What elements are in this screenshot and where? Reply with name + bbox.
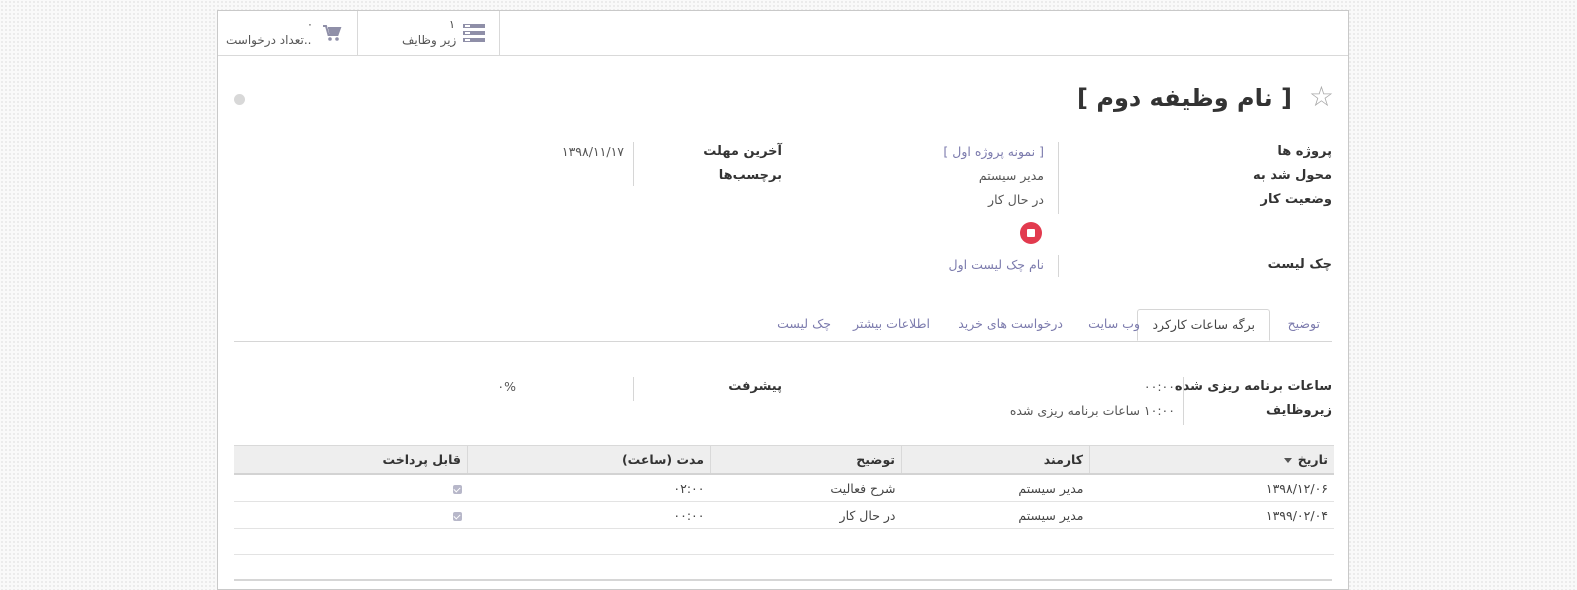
subtasks-button[interactable]: ۱ زیر وظایف [358, 11, 500, 55]
billable-checkbox[interactable] [452, 484, 462, 494]
kanban-state-dot[interactable] [234, 94, 245, 105]
field-separator [1183, 377, 1184, 425]
button-box: ۰ تعداد درخواست.. ۱ زیر وظایف [218, 11, 1348, 56]
subtask-hours-value: ۱۰:۰۰ ساعات برنامه ریزی شده [1009, 403, 1175, 418]
planned-hours-value: ۰۰:۰۰ [1143, 379, 1175, 394]
column-description[interactable]: توضیح [710, 445, 902, 475]
cell-date: ۱۳۹۹/۰۲/۰۴ [1089, 501, 1334, 529]
field-separator [1058, 142, 1059, 214]
subtask-hours-label: زیروظایف [1265, 403, 1332, 418]
task-form-sheet: ۰ تعداد درخواست.. ۱ زیر وظایف ☆ [ نام وظ… [217, 10, 1349, 590]
cell-duration: ۰۲:۰۰ [467, 474, 711, 502]
column-duration[interactable]: مدت (ساعت) [467, 445, 711, 475]
tasks-icon [463, 24, 485, 45]
checklist-label: چک لیست [1267, 257, 1332, 272]
cell-description: در حال کار [710, 501, 902, 529]
billable-checkbox[interactable] [452, 511, 462, 521]
tab-more-info[interactable]: اطلاعات بیشتر [853, 309, 930, 341]
table-row[interactable]: ۱۳۹۸/۱۲/۰۶ مدیر سیستم شرح فعالیت ۰۲:۰۰ [234, 474, 1334, 502]
cell-duration: ۰۰:۰۰ [467, 501, 711, 529]
progress-label: پیشرفت [728, 379, 782, 394]
requests-label: تعداد درخواست.. [226, 33, 312, 47]
cart-icon [322, 24, 342, 45]
tab-timesheet[interactable]: برگه ساعات کارکرد [1137, 309, 1270, 341]
table-row-empty [234, 528, 1334, 555]
task-title: [ نام وظیفه دوم ] [1077, 84, 1292, 112]
progress-value: ۰% [497, 379, 516, 394]
column-date[interactable]: تاریخ [1089, 445, 1334, 475]
subtasks-count: ۱ [449, 18, 455, 31]
cell-billable [234, 474, 468, 502]
assigned-value[interactable]: مدیر سیستم [979, 168, 1044, 183]
checklist-link[interactable]: نام چک لیست اول [949, 257, 1044, 272]
deadline-label: آخرین مهلت [703, 144, 782, 159]
cell-billable [234, 501, 468, 529]
cell-employee: مدیر سیستم [901, 474, 1090, 502]
column-date-label: تاریخ [1297, 452, 1328, 467]
table-row[interactable]: ۱۳۹۹/۰۲/۰۴ مدیر سیستم در حال کار ۰۰:۰۰ [234, 501, 1334, 529]
assigned-label: محول شد به [1253, 168, 1332, 183]
cell-employee: مدیر سیستم [901, 501, 1090, 529]
subtasks-label: زیر وظایف [402, 33, 457, 47]
requests-count: ۰ [307, 18, 313, 31]
field-separator [633, 142, 634, 186]
tab-website[interactable]: وب سایت [1088, 309, 1140, 341]
star-icon[interactable]: ☆ [1309, 81, 1334, 113]
table-footer-line [234, 579, 1332, 581]
cell-description: شرح فعالیت [710, 474, 902, 502]
notebook-tabs: توضیح برگه ساعات کارکرد وب سایت درخواست … [234, 309, 1332, 342]
stop-timer-button[interactable] [1020, 222, 1042, 244]
project-link[interactable]: [ نمونه پروژه اول ] [943, 144, 1044, 159]
timesheet-table: تاریخ کارمند توضیح مدت (ساعت) قابل پرداخ… [234, 445, 1334, 555]
planned-hours-label: ساعات برنامه ریزی شده [1174, 379, 1332, 394]
cell-date: ۱۳۹۸/۱۲/۰۶ [1089, 474, 1334, 502]
tab-checklist[interactable]: چک لیست [777, 309, 831, 341]
project-label: پروژه ها [1277, 144, 1332, 159]
tags-label: برچسب‌ها [718, 168, 782, 183]
column-employee[interactable]: کارمند [901, 445, 1090, 475]
field-separator [1058, 255, 1059, 277]
table-header-row: تاریخ کارمند توضیح مدت (ساعت) قابل پرداخ… [234, 445, 1334, 475]
deadline-value[interactable]: ۱۳۹۸/۱۱/۱۷ [562, 144, 624, 159]
tab-purchase-requests[interactable]: درخواست های خرید [958, 309, 1063, 341]
task-title-row: ☆ [ نام وظیفه دوم ] [1077, 81, 1334, 117]
field-separator [633, 377, 634, 401]
state-label: وضعیت کار [1260, 192, 1333, 207]
sort-caret-icon [1283, 458, 1292, 463]
requests-button[interactable]: ۰ تعداد درخواست.. [218, 11, 358, 55]
state-value[interactable]: در حال کار [988, 192, 1044, 207]
tab-description[interactable]: توضیح [1288, 309, 1320, 341]
column-billable[interactable]: قابل پرداخت [234, 445, 468, 475]
